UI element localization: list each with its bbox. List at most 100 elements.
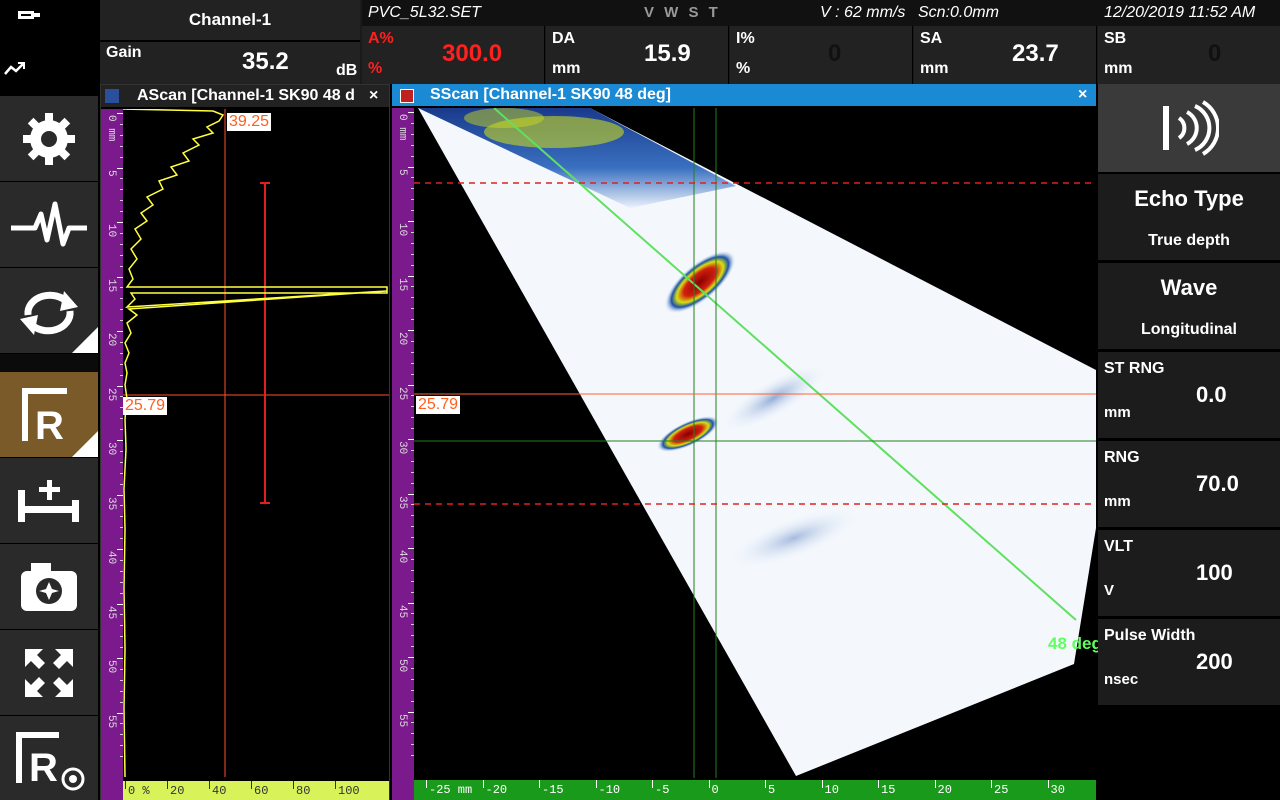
ascan-x-label: 20 [170,784,185,798]
sscan-angle-label: 48 deg [1048,634,1102,653]
wave-setting[interactable]: Wave Longitudinal [1098,261,1280,349]
sscan-x-tick [878,780,879,788]
reference-button[interactable]: R [0,372,98,458]
sscan-x-tick [426,780,427,788]
velocity-readout: V : 62 mm/s [820,4,906,21]
sscan-depth-label: 15 [396,277,408,291]
readout-unit: % [368,60,383,77]
echo-type-value: True depth [1148,232,1230,249]
ascan-depth-label: 55 [105,714,117,728]
signal-icon [1163,100,1219,156]
battery-plug-icon [18,11,40,19]
svg-text:R: R [29,746,58,790]
param-unit: mm [1104,493,1131,510]
param-value: 70.0 [1196,471,1239,496]
ascan-x-tick [167,781,168,789]
sscan-depth-ruler: 0 mm 5 10 15 20 25 30 35 40 45 50 55 [392,108,414,800]
sscan-depth-label: 20 [396,332,408,346]
ascan-depth-label: 15 [105,278,117,292]
gain-unit: dB [336,62,358,79]
param-unit: V [1104,582,1115,599]
sscan-panel[interactable]: SScan [Channel-1 SK90 48 deg] × 0 mm 5 10 1… [392,84,1102,800]
param-value: 0.0 [1196,382,1227,407]
ascan-depth-label: 35 [105,496,117,510]
sscan-title: SScan [Channel-1 SK90 48 deg] [430,86,671,103]
ascan-x-tick [125,781,126,789]
ascan-panel[interactable]: AScan [Channel-1 SK90 48 d × 0 mm 5 10 15 20… [100,84,390,800]
echo-type-setting[interactable]: Echo Type True depth [1098,172,1280,260]
channel-selector[interactable]: Channel-1 [100,0,360,42]
ascan-x-label: 0 % [128,784,150,798]
ascan-window-icon [105,89,119,103]
param-unit: nsec [1104,671,1139,688]
sscan-x-label: -5 [655,783,670,797]
param-st-rng[interactable]: ST RNG mm 0.0 [1098,350,1280,438]
waveform-button[interactable] [0,182,98,268]
sscan-x-label: -25 mm [429,783,473,797]
readout-da[interactable]: DA mm 15.9 [546,26,729,84]
param-unit: mm [1104,404,1131,421]
ascan-depth-label: 40 [105,551,117,565]
sscan-x-tick [821,780,823,788]
gain-control[interactable]: Gain 35.2 dB [100,42,360,84]
ascan-x-tick [251,781,252,789]
ascan-cursor-label[interactable]: 25.79 [123,397,168,415]
camera-button[interactable] [0,544,98,630]
scan-position: Scn:0.0mm [918,4,999,21]
setup-file-name: PVC_5L32.SET [368,4,481,21]
sscan-x-tick [652,780,653,788]
gate-marker: 39.25 [227,113,272,131]
sscan-depth-label: 35 [396,495,408,509]
reference-target-button[interactable]: R [0,716,98,800]
readout-apct[interactable]: A%% 300.0 [362,26,545,84]
param-vlt[interactable]: VLT V 100 [1098,528,1280,616]
ascan-depth-label: 50 [105,660,117,674]
waveform-icon [11,201,87,246]
sscan-x-label: 25 [994,783,1009,797]
sscan-x-label: 10 [824,783,839,797]
sscan-close-button[interactable]: × [1078,84,1087,106]
sscan-depth-label: 10 [396,223,408,237]
settings-button[interactable] [0,96,98,182]
ascan-depth-label: 0 mm [105,115,117,142]
sscan-cursor-label[interactable]: 25.79 [416,396,461,414]
sscan-depth-label: 30 [396,441,408,455]
sync-button[interactable] [0,268,98,354]
readout-value: 23.7 [1012,40,1059,67]
mode-indicator: V W S T [644,4,721,21]
sscan-depth-label: 5 [396,168,408,176]
readout-ipct[interactable]: I%% 0 [730,26,913,84]
readout-value: 300.0 [442,40,503,67]
transmit-button[interactable] [1098,84,1280,172]
fullscreen-button[interactable] [0,630,98,716]
trend-icon [4,62,25,75]
add-measure-button[interactable] [0,458,98,544]
param-value: 100 [1196,560,1233,585]
param-value: 200 [1196,649,1233,674]
top-header: Channel-1 Gain 35.2 dB PVC_5L32.SET V W … [100,0,1280,84]
sscan-x-tick [539,780,540,788]
ascan-depth-label: 25 [105,387,117,401]
param-rng[interactable]: RNG mm 70.0 [1098,439,1280,527]
param-pulse-width[interactable]: Pulse Width nsec 200 [1098,617,1280,705]
ascan-depth-label: 10 [105,224,117,238]
status-area [0,0,98,96]
ascan-close-button[interactable]: × [369,85,378,107]
sscan-x-tick [482,780,484,788]
date-time: 12/20/2019 11:52 AM [1104,4,1256,21]
sscan-x-tick [1047,780,1049,788]
ascan-amplitude-ruler: 0 % 20 40 60 80 100 [123,781,389,800]
add-measure-icon [18,479,79,522]
sscan-x-tick [595,780,597,788]
wave-value: Longitudinal [1141,321,1237,338]
param-label: ST RNG [1104,360,1165,377]
channel-name: Channel-1 [188,10,272,29]
corner-marker [72,327,98,353]
corner-marker [72,431,98,457]
ascan-title-bar: AScan [Channel-1 SK90 48 d × [101,85,389,107]
sscan-depth-label: 40 [396,550,408,564]
readout-sa[interactable]: SA mm 23.7 [914,26,1097,84]
readout-sb[interactable]: SB mm 0 [1098,26,1280,84]
sscan-x-tick [934,780,936,788]
sscan-index-ruler: -25 mm -20 -15 -10 -5 0 5 10 15 20 25 30 [414,780,1096,800]
